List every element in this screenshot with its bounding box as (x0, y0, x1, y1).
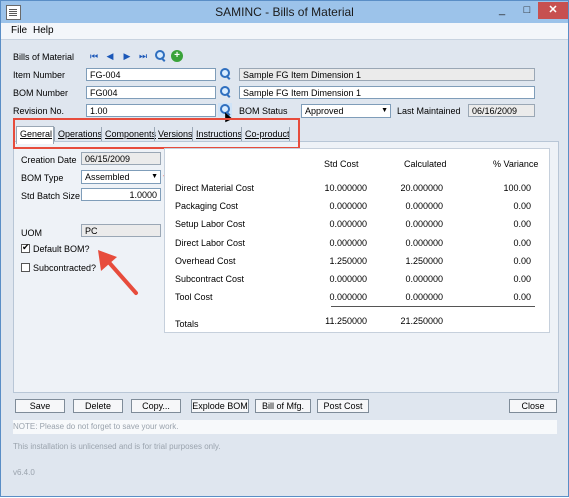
cost-row-variance: 0.00 (513, 201, 531, 211)
cost-row-label: Tool Cost (175, 292, 213, 302)
license-note: This installation is unlicensed and is f… (13, 442, 221, 451)
copy-button[interactable]: Copy... (131, 399, 181, 413)
cost-row-calculated: 0.000000 (405, 274, 443, 284)
cost-row-variance: 0.00 (513, 292, 531, 302)
cost-row-variance: 100.00 (503, 183, 531, 193)
explode-bom-button[interactable]: Explode BOM (191, 399, 249, 413)
cost-row-calculated: 20.000000 (400, 183, 443, 193)
cost-row-std: 0.000000 (329, 201, 367, 211)
cost-row-calculated: 0.000000 (405, 219, 443, 229)
totals-calculated: 21.250000 (400, 316, 443, 326)
totals-std-cost: 11.250000 (325, 316, 367, 326)
totals-divider (331, 306, 535, 307)
arrow-to-default-bom (98, 250, 138, 295)
cost-row-std: 0.000000 (329, 274, 367, 284)
std-cost-header: Std Cost (324, 159, 359, 169)
cost-row-std: 10.000000 (324, 183, 367, 193)
cost-row-label: Overhead Cost (175, 256, 236, 266)
bill-of-mfg-button[interactable]: Bill of Mfg. (255, 399, 311, 413)
cost-row-std: 1.250000 (329, 256, 367, 266)
save-button[interactable]: Save (15, 399, 65, 413)
cost-row-variance: 0.00 (513, 256, 531, 266)
save-reminder-note: NOTE: Please do not forget to save your … (13, 422, 179, 431)
cost-row-std: 0.000000 (329, 292, 367, 302)
cost-row-label: Subcontract Cost (175, 274, 245, 284)
main-window: SAMINC - Bills of Material _ □ ✕ File He… (0, 0, 569, 497)
post-cost-button[interactable]: Post Cost (317, 399, 369, 413)
calculated-header: Calculated (404, 159, 447, 169)
cost-row-label: Direct Material Cost (175, 183, 255, 193)
variance-header: % Variance (493, 159, 539, 169)
cost-row-variance: 0.00 (513, 219, 531, 229)
delete-button[interactable]: Delete (73, 399, 123, 413)
cost-row-std: 0.000000 (329, 219, 367, 229)
cost-row-label: Direct Labor Cost (175, 238, 246, 248)
cost-row-variance: 0.00 (513, 274, 531, 284)
cost-row-calculated: 1.250000 (405, 256, 443, 266)
cost-row-label: Packaging Cost (175, 201, 239, 211)
totals-label: Totals (175, 319, 199, 329)
cost-row-label: Setup Labor Cost (175, 219, 246, 229)
cost-row-variance: 0.00 (513, 238, 531, 248)
cost-row-calculated: 0.000000 (405, 238, 443, 248)
cost-row-calculated: 0.000000 (405, 292, 443, 302)
cost-row-calculated: 0.000000 (405, 201, 443, 211)
version-label: v6.4.0 (13, 468, 35, 477)
close-button[interactable]: Close (509, 399, 557, 413)
cost-row-std: 0.000000 (329, 238, 367, 248)
